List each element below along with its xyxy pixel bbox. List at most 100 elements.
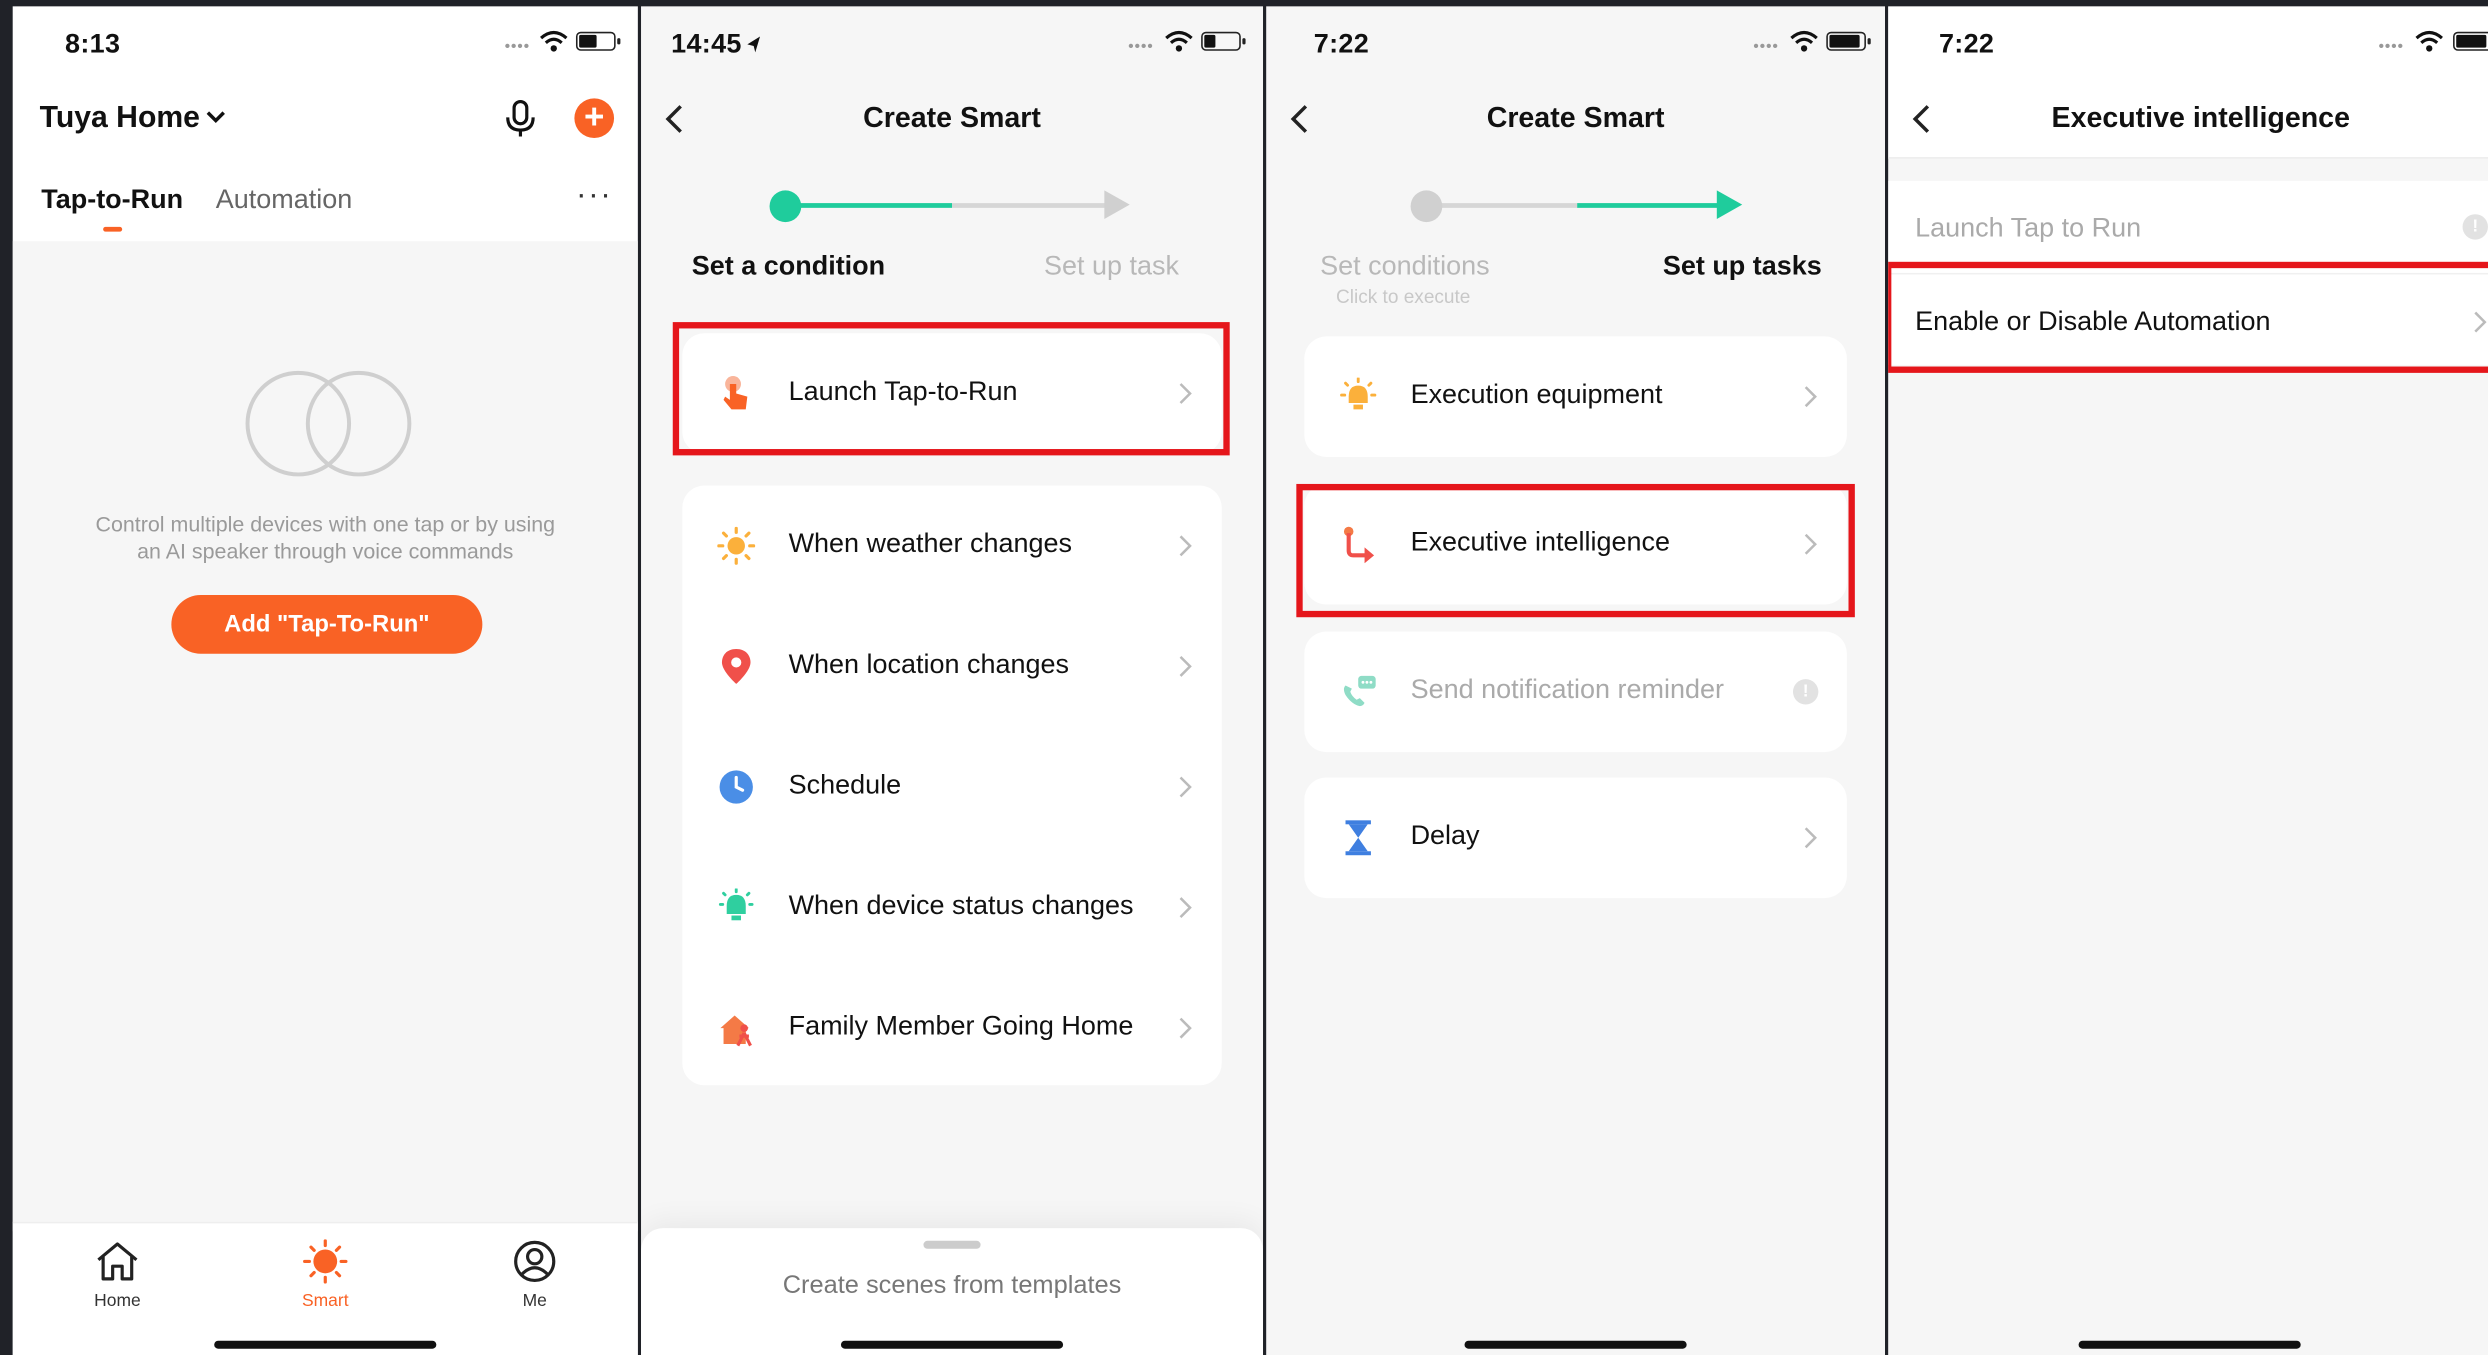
home-icon <box>97 1242 138 1281</box>
add-icon[interactable]: + <box>574 98 615 139</box>
signal-icon: •••• <box>2378 38 2404 56</box>
smart-home-screen: 8:13 •••• Tuya Home + Tap-to-Run Automat… <box>12 6 638 1355</box>
hourglass-icon <box>1345 820 1371 856</box>
chevron-right-icon <box>1179 535 1192 557</box>
step-dot-active <box>769 190 802 223</box>
empty-state-text: Control multiple devices with one tap or… <box>60 511 590 565</box>
list-item-location[interactable]: When location changes <box>682 606 1221 727</box>
status-bar: 7:22 •••• <box>1888 25 2488 63</box>
battery-icon <box>1201 31 1246 51</box>
list-item-execution-equipment[interactable]: Execution equipment <box>1304 336 1847 457</box>
battery-icon <box>2453 31 2488 51</box>
tab-me[interactable]: Me <box>487 1239 582 1311</box>
device-icon <box>718 888 754 921</box>
list-item-send-notification: Send notification reminder ! <box>1304 632 1847 753</box>
list-item-label: Send notification reminder <box>1410 674 1724 705</box>
list-item-label: Delay <box>1410 820 1480 851</box>
list-item-label: When location changes <box>788 648 1070 680</box>
status-bar: 8:13 •••• <box>13 25 638 63</box>
step-dot-done <box>1410 190 1443 223</box>
templates-sheet[interactable]: Create scenes from templates <box>641 1228 1264 1355</box>
status-bar: 14:45 •••• <box>641 25 1263 63</box>
status-time: 14:45 <box>671 28 742 59</box>
tab-home[interactable]: Home <box>70 1239 165 1311</box>
list-item-weather[interactable]: When weather changes <box>682 486 1221 607</box>
empty-text-line-1: Control multiple devices with one tap or… <box>95 512 556 537</box>
battery-icon <box>1826 31 1871 51</box>
list-item-label: Launch Tap to Run <box>1915 212 2142 243</box>
list-item-label: Execution equipment <box>1410 379 1663 410</box>
create-smart-task-screen: 7:22 •••• Create Smart Set conditions Cl… <box>1266 6 1885 1355</box>
add-tap-to-run-button[interactable]: Add "Tap-To-Run" <box>171 595 483 654</box>
chevron-right-icon <box>1804 827 1817 849</box>
step-progress-active <box>787 203 953 208</box>
home-indicator <box>840 1340 1064 1349</box>
step-label-condition: Set a condition <box>691 250 886 281</box>
status-time: 7:22 <box>1313 28 1370 59</box>
location-arrow-icon <box>747 36 761 53</box>
step-label-task: Set up task <box>1044 250 1180 281</box>
step-sublabel: Click to execute <box>1336 285 1471 308</box>
status-time: 7:22 <box>1938 28 1995 59</box>
tab-automation[interactable]: Automation <box>216 184 352 216</box>
signal-icon: •••• <box>1753 38 1779 56</box>
wifi-icon <box>540 30 568 52</box>
sheet-title[interactable]: Create scenes from templates <box>641 1273 1263 1302</box>
battery-icon <box>575 31 621 51</box>
chevron-right-icon <box>1179 1017 1192 1039</box>
page-title: Executive intelligence <box>2051 101 2350 134</box>
tab-smart-label: Smart <box>301 1291 349 1311</box>
more-icon[interactable]: ··· <box>576 178 612 214</box>
step-progress-rest <box>952 203 1111 208</box>
executive-intelligence-screen: 7:22 •••• Executive intelligence Launch … <box>1888 6 2488 1355</box>
info-icon: ! <box>1792 679 1819 705</box>
page-title: Create Smart <box>1486 101 1665 134</box>
chevron-right-icon <box>1179 897 1192 919</box>
highlight-box <box>672 322 1230 456</box>
linked-circles-icon <box>245 370 412 477</box>
tab-smart[interactable]: Smart <box>278 1239 373 1311</box>
chevron-right-icon <box>1804 386 1817 408</box>
signal-icon: •••• <box>1128 38 1154 56</box>
profile-icon <box>514 1240 556 1283</box>
phone-message-icon <box>1343 675 1376 707</box>
status-time: 8:13 <box>65 28 121 59</box>
list-item-label: Family Member Going Home <box>788 1010 1134 1041</box>
location-pin-icon <box>721 648 751 684</box>
home-indicator <box>1464 1340 1687 1349</box>
wifi-icon <box>1165 30 1193 52</box>
sheet-handle[interactable] <box>923 1240 981 1249</box>
delay-card[interactable]: Delay <box>1304 777 1847 899</box>
empty-text-line-2: an AI speaker through voice commands <box>137 539 514 564</box>
create-smart-condition-screen: 14:45 •••• Create Smart Set a condition … <box>641 6 1264 1355</box>
highlight-box <box>1296 483 1855 618</box>
list-item-delay[interactable]: Delay <box>1304 777 1847 898</box>
clock-icon <box>719 770 753 804</box>
list-item-schedule[interactable]: Schedule <box>682 727 1221 848</box>
execution-equipment-card[interactable]: Execution equipment <box>1304 336 1847 457</box>
microphone-icon[interactable] <box>501 98 539 139</box>
status-bar: 7:22 •••• <box>1266 25 1885 63</box>
wifi-icon <box>1790 30 1818 52</box>
tab-underline <box>103 226 123 232</box>
chevron-down-icon[interactable] <box>206 109 225 125</box>
step-arrow-icon <box>1716 190 1743 219</box>
tab-tap-to-run[interactable]: Tap-to-Run <box>41 184 183 216</box>
list-item-family-home[interactable]: Family Member Going Home <box>682 968 1221 1089</box>
bottom-tab-bar: Home Smart Me <box>12 1221 638 1355</box>
step-progress-done <box>1431 203 1578 208</box>
home-person-icon <box>720 1015 752 1047</box>
condition-list-card: When weather changes When location chang… <box>682 485 1222 1089</box>
smart-icon <box>303 1239 348 1284</box>
bulb-icon <box>1340 377 1377 410</box>
sun-icon <box>717 526 756 565</box>
highlight-box <box>1888 261 2488 373</box>
send-notification-card: Send notification reminder ! <box>1304 631 1847 753</box>
list-item-label: When weather changes <box>788 528 1072 559</box>
wifi-icon <box>2415 30 2443 52</box>
info-icon: ! <box>2462 214 2488 240</box>
home-indicator <box>214 1340 437 1349</box>
home-selector[interactable]: Tuya Home <box>40 102 200 137</box>
list-item-label: When device status changes <box>788 890 1134 921</box>
list-item-device-status[interactable]: When device status changes <box>682 847 1221 968</box>
